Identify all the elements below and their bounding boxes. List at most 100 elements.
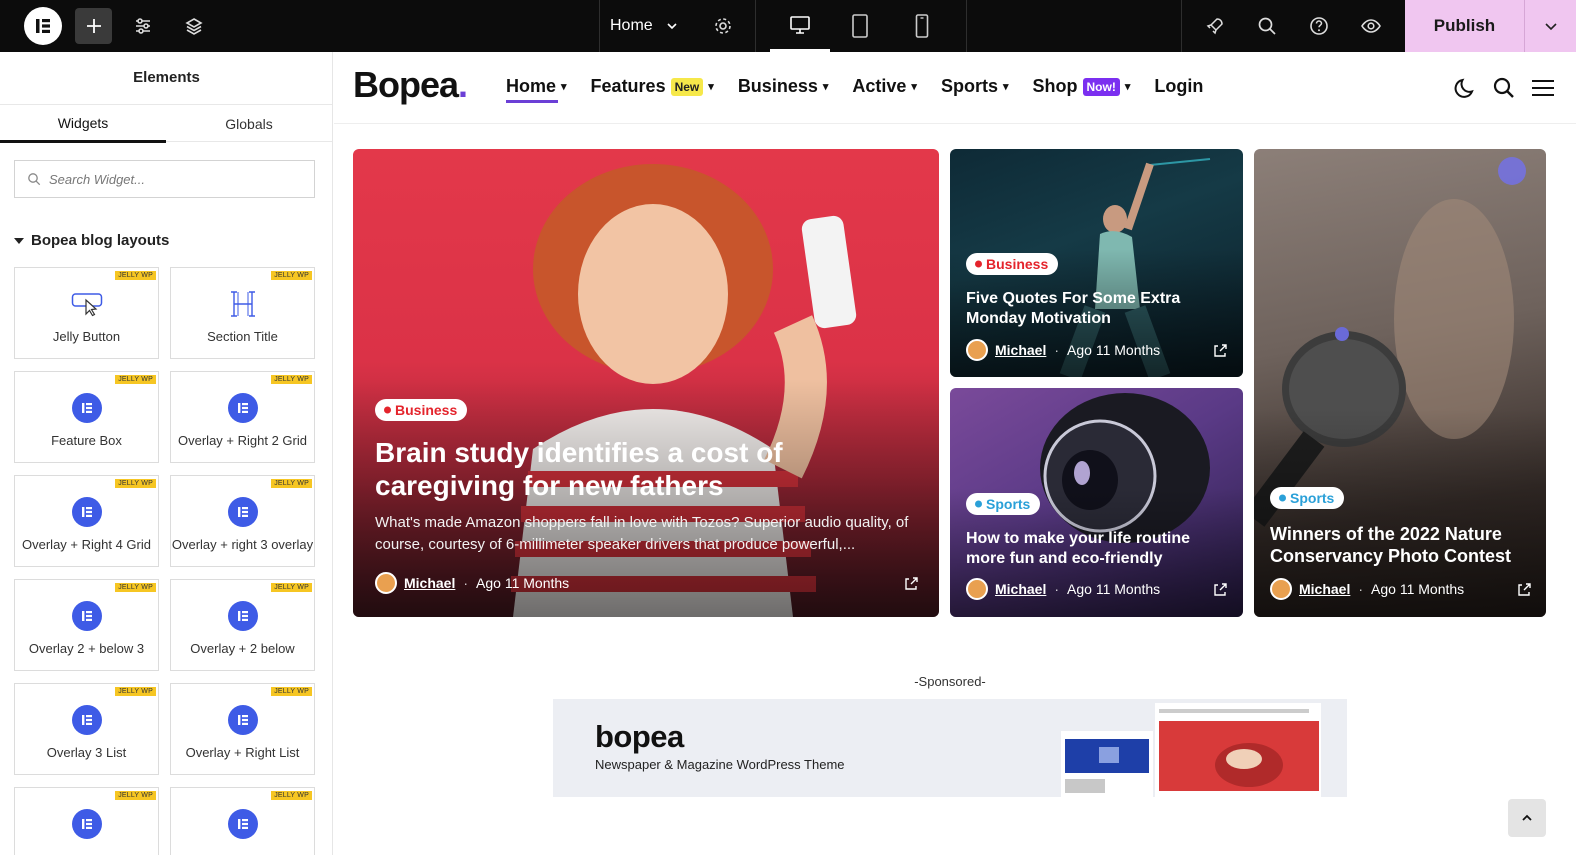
page-settings-gear-icon[interactable] <box>708 13 738 39</box>
featured-post-tall[interactable]: Sports Winners of the 2022 Nature Conser… <box>1254 149 1546 617</box>
author-link[interactable]: Michael <box>404 575 455 591</box>
widget-label: Overlay + Right 2 Grid <box>178 433 307 448</box>
site-logo[interactable]: Bopea. <box>353 64 468 106</box>
widget-jelly-button[interactable]: JELLY WP Jelly Button <box>14 267 159 359</box>
chevron-down-icon: ▾ <box>561 81 567 93</box>
elementor-icon <box>71 809 102 839</box>
jelly-wp-badge: JELLY WP <box>115 583 156 592</box>
category-label: Bopea blog layouts <box>31 232 170 249</box>
add-element-button[interactable] <box>75 8 112 44</box>
page-selector[interactable]: Home <box>610 13 679 39</box>
editor-topbar: Home Publish <box>0 0 1576 52</box>
widget-overlay-2-below-3[interactable]: JELLY WP Overlay 2 + below 3 <box>14 579 159 671</box>
mobile-view-icon[interactable] <box>907 13 937 39</box>
author-avatar <box>1270 578 1292 600</box>
widget-label: Overlay 3 List <box>46 745 127 760</box>
category-tag-business[interactable]: Business <box>966 253 1059 275</box>
elementor-icon <box>71 393 102 423</box>
desktop-view-icon[interactable] <box>770 0 830 52</box>
widget-overlay-right-2-grid[interactable]: JELLY WP Overlay + Right 2 Grid <box>170 371 315 463</box>
elementor-icon <box>227 809 258 839</box>
widget-card[interactable]: JELLY WP <box>170 787 315 855</box>
sponsored-banner[interactable]: bopea Newspaper & Magazine WordPress The… <box>553 699 1347 797</box>
post-title[interactable]: Brain study identifies a cost of caregiv… <box>375 436 923 502</box>
elementor-icon <box>71 497 102 527</box>
scroll-to-top-button[interactable] <box>1508 799 1546 837</box>
help-icon[interactable] <box>1304 13 1334 39</box>
preview-eye-icon[interactable] <box>1356 13 1386 39</box>
category-tag-business[interactable]: Business <box>375 399 468 421</box>
share-icon[interactable] <box>1212 343 1228 359</box>
widget-overlay-2-below[interactable]: JELLY WP Overlay + 2 below <box>170 579 315 671</box>
nav-item-features[interactable]: Features New ▾ <box>591 76 714 97</box>
widget-overlay-right-4-grid[interactable]: JELLY WP Overlay + Right 4 Grid <box>14 475 159 567</box>
nav-item-business[interactable]: Business ▾ <box>738 76 829 97</box>
post-title[interactable]: How to make your life routine more fun a… <box>966 529 1226 569</box>
author-avatar <box>966 578 988 600</box>
chevron-down-icon <box>1544 23 1557 31</box>
nav-item-login[interactable]: Login <box>1154 76 1203 97</box>
post-title[interactable]: Winners of the 2022 Nature Conservancy P… <box>1270 523 1535 567</box>
widget-section-title[interactable]: JELLY WP Section Title <box>170 267 315 359</box>
post-meta: Michael · Ago 11 Months <box>375 572 569 594</box>
author-link[interactable]: Michael <box>1299 581 1350 597</box>
widget-card[interactable]: JELLY WP <box>14 787 159 855</box>
share-icon[interactable] <box>1212 582 1228 598</box>
author-link[interactable]: Michael <box>995 342 1046 358</box>
widget-overlay-right-3-overlay[interactable]: JELLY WP Overlay + right 3 overlay <box>170 475 315 567</box>
nav-label: Sports <box>940 76 998 96</box>
nav-item-home[interactable]: Home ▾ <box>506 76 567 103</box>
jelly-wp-badge: JELLY WP <box>271 271 312 280</box>
elementor-logo-icon[interactable] <box>24 7 62 45</box>
site-settings-sliders-icon[interactable] <box>128 13 158 39</box>
chevron-down-icon: ▾ <box>1124 81 1131 93</box>
featured-post-main[interactable]: Business Brain study identifies a cost o… <box>353 149 939 617</box>
brand-dot: . <box>458 64 468 105</box>
post-date: Ago 11 Months <box>1067 581 1161 597</box>
category-toggle[interactable]: Bopea blog layouts <box>14 232 169 249</box>
nav-label: Shop <box>1032 76 1078 96</box>
jelly-wp-badge: JELLY WP <box>115 375 156 384</box>
post-title[interactable]: Five Quotes For Some Extra Monday Motiva… <box>966 289 1226 329</box>
layers-icon[interactable] <box>179 13 209 39</box>
widget-overlay-3-list[interactable]: JELLY WP Overlay 3 List <box>14 683 159 775</box>
tab-globals[interactable]: Globals <box>166 105 332 143</box>
menu-hamburger-icon[interactable] <box>1530 76 1556 100</box>
featured-post-bottom-right[interactable]: Sports How to make your life routine mor… <box>950 388 1243 617</box>
search-icon <box>28 173 41 186</box>
header-actions <box>1454 76 1556 100</box>
site-header: Bopea. Home ▾ Features New ▾ Business ▾ Acti… <box>334 52 1576 124</box>
nav-item-shop[interactable]: Shop Now! ▾ <box>1033 76 1131 97</box>
page-canvas: Bopea. Home ▾ Features New ▾ Business ▾ Acti… <box>334 52 1576 855</box>
share-icon[interactable] <box>1516 582 1532 598</box>
widget-label: Jelly Button <box>52 329 121 344</box>
widget-label: Section Title <box>207 329 278 344</box>
widget-feature-box[interactable]: JELLY WP Feature Box <box>14 371 159 463</box>
post-date: Ago 11 Months <box>476 575 570 591</box>
tablet-view-icon[interactable] <box>845 13 875 39</box>
cursor-button-icon <box>71 288 103 320</box>
widget-overlay-right-list[interactable]: JELLY WP Overlay + Right List <box>170 683 315 775</box>
search-icon[interactable] <box>1252 13 1282 39</box>
publish-options-button[interactable] <box>1524 0 1576 52</box>
author-link[interactable]: Michael <box>995 581 1046 597</box>
category-tag-sports[interactable]: Sports <box>966 493 1041 515</box>
category-tag-sports[interactable]: Sports <box>1270 487 1345 509</box>
publish-button[interactable]: Publish <box>1405 0 1524 52</box>
search-widget-input[interactable]: Search Widget... <box>14 160 315 198</box>
post-meta: Michael · Ago 11 Months <box>966 578 1160 600</box>
share-icon[interactable] <box>903 576 919 592</box>
elementor-icon <box>227 601 258 631</box>
featured-post-top-right[interactable]: Business Five Quotes For Some Extra Mond… <box>950 149 1243 377</box>
notes-rocket-icon[interactable] <box>1200 13 1230 39</box>
new-badge: New <box>670 77 704 96</box>
nav-item-active[interactable]: Active ▾ <box>852 76 917 97</box>
tab-widgets[interactable]: Widgets <box>0 105 166 143</box>
chevron-down-icon: ▾ <box>911 81 917 93</box>
nav-item-sports[interactable]: Sports ▾ <box>941 76 1009 97</box>
widget-label: Overlay + right 3 overlay <box>171 537 314 552</box>
post-meta: Michael · Ago 11 Months <box>1270 578 1464 600</box>
search-icon[interactable] <box>1492 76 1516 100</box>
page-selector-label: Home <box>610 17 653 34</box>
dark-mode-moon-icon[interactable] <box>1454 76 1478 100</box>
